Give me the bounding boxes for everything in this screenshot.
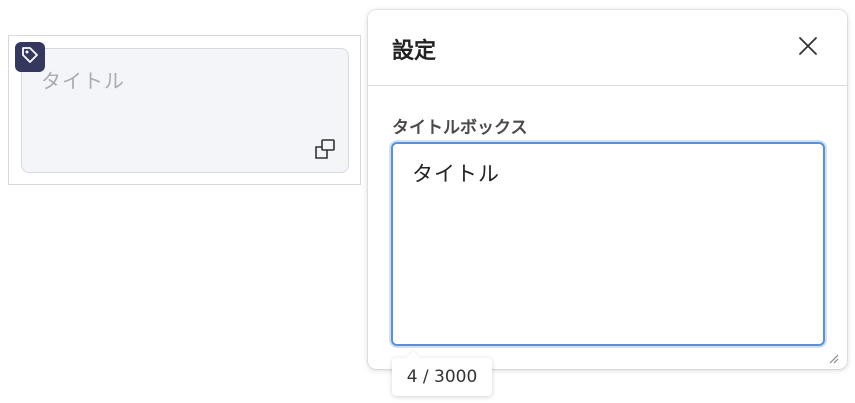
title-box-widget[interactable]: タイトル	[8, 35, 361, 185]
counter-arrow	[406, 351, 420, 358]
character-count: 4 / 3000	[406, 367, 478, 387]
settings-panel: 設定 タイトルボックス タイトル	[368, 10, 847, 369]
title-textarea[interactable]: タイトル	[391, 142, 825, 346]
title-box-label: タイトルボックス	[392, 118, 528, 138]
title-box-placeholder: タイトル	[41, 69, 125, 93]
title-textarea-value[interactable]: タイトル	[412, 158, 500, 188]
tag-icon	[20, 45, 40, 69]
tag-badge	[15, 42, 45, 72]
page: タイトル 設定 タイトルボックス タイトル 4 / 3000	[0, 0, 855, 403]
title-box-field[interactable]: タイトル	[21, 48, 349, 173]
panel-title: 設定	[392, 39, 437, 64]
resize-grip-icon[interactable]	[827, 349, 839, 364]
close-icon[interactable]	[797, 35, 819, 57]
expand-icon[interactable]	[314, 138, 336, 160]
character-counter: 4 / 3000	[392, 351, 492, 396]
settings-panel-header: 設定	[368, 10, 847, 86]
